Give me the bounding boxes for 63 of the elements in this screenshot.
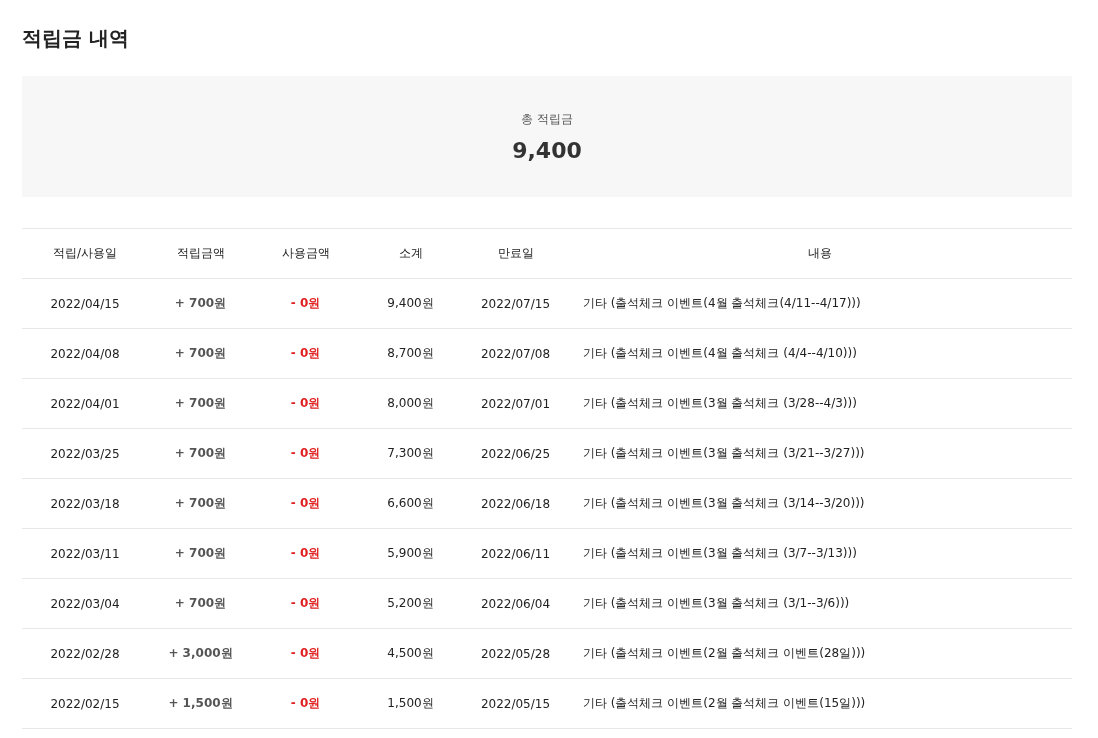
table-cell-text: 2022/06/04 [479,596,552,611]
table-cell-text: 6,600원 [386,495,435,512]
table-cell-text: 2022/05/28 [479,646,552,661]
table-cell-text: - 0원 [289,495,322,512]
table-cell-text: + 700원 [173,445,228,462]
column-header: 소계 [397,245,424,262]
table-cell-text: 기타 (출석체크 이벤트(3월 출석체크 (3/28--4/3))) [582,395,858,412]
table-cell-text: 2022/05/15 [479,696,552,711]
table-cell-text: - 0원 [289,295,322,312]
table-cell-text: 2022/04/08 [49,346,121,361]
table-cell-text: 2022/02/28 [49,646,121,661]
table-cell-text: 8,000원 [386,395,435,412]
table-cell-text: + 700원 [173,595,228,612]
table-cell-text: 2022/07/15 [479,296,552,311]
table-cell-text: 기타 (출석체크 이벤트(3월 출석체크 (3/7--3/13))) [582,545,858,562]
table-cell-text: 기타 (출석체크 이벤트(3월 출석체크 (3/1--3/6))) [582,595,851,612]
table-cell-text: + 700원 [173,395,228,412]
table-cell-text: 5,200원 [386,595,435,612]
table-cell-text: - 0원 [289,595,322,612]
table-cell-text: 2022/06/25 [479,446,552,461]
table-cell-text: 4,500원 [386,645,435,662]
table-cell-text: - 0원 [289,695,322,712]
table-cell-text: 기타 (출석체크 이벤트(3월 출석체크 (3/14--3/20))) [582,495,866,512]
table-cell-text: 5,900원 [386,545,435,562]
table-cell-text: 기타 (출석체크 이벤트(4월 출석체크 (4/4--4/10))) [582,345,858,362]
table-cell-text: 기타 (출석체크 이벤트(2월 출석체크 이벤트(15일))) [582,695,867,712]
column-header: 내용 [807,245,833,262]
table-cell-text: 1,500원 [386,695,435,712]
table-cell-text: + 700원 [173,495,228,512]
table-cell-text: - 0원 [289,445,322,462]
table-cell-text: 9,400원 [386,295,435,312]
column-header: 적립금액 [175,245,226,262]
table-cell-text: 2022/02/15 [49,696,121,711]
table-cell-text: 2022/06/11 [479,546,552,561]
table-cell-text: - 0원 [289,395,322,412]
column-header: 적립/사용일 [51,245,118,262]
table-cell-text: - 0원 [289,645,322,662]
summary-label: 총 적립금 [521,110,573,128]
table-cell-text: 기타 (출석체크 이벤트(3월 출석체크 (3/21--3/27))) [582,445,866,462]
table-cell-text: 2022/04/15 [49,296,121,311]
table-cell-text: + 700원 [173,295,228,312]
table-cell-text: 기타 (출석체크 이벤트(2월 출석체크 이벤트(28일))) [582,645,867,662]
table-cell-text: 2022/07/01 [479,396,552,411]
table-cell-text: 8,700원 [386,345,435,362]
table-cell-text: 2022/03/04 [49,596,121,611]
table-cell-text: + 1,500원 [167,695,234,712]
table-cell-text: 2022/03/11 [49,546,121,561]
table-cell-text: 2022/03/18 [49,496,121,511]
table-cell-text: 기타 (출석체크 이벤트(4월 출석체크(4/11--4/17))) [582,295,862,312]
page-title: 적립금 내역 [22,25,129,52]
table-cell-text: 2022/03/25 [49,446,121,461]
table-cell-text: + 3,000원 [167,645,234,662]
table-cell-text: - 0원 [289,545,322,562]
table-cell-text: - 0원 [289,345,322,362]
column-header: 사용금액 [280,245,331,262]
table-cell-text: 2022/07/08 [479,346,552,361]
table-cell-text: + 700원 [173,345,228,362]
column-header: 만료일 [496,245,535,262]
table-cell-text: 2022/06/18 [479,496,552,511]
table-cell-text: 7,300원 [386,445,435,462]
table-cell-text: + 700원 [173,545,228,562]
summary-value: 9,400 [512,137,582,163]
table-cell-text: 2022/04/01 [49,396,121,411]
